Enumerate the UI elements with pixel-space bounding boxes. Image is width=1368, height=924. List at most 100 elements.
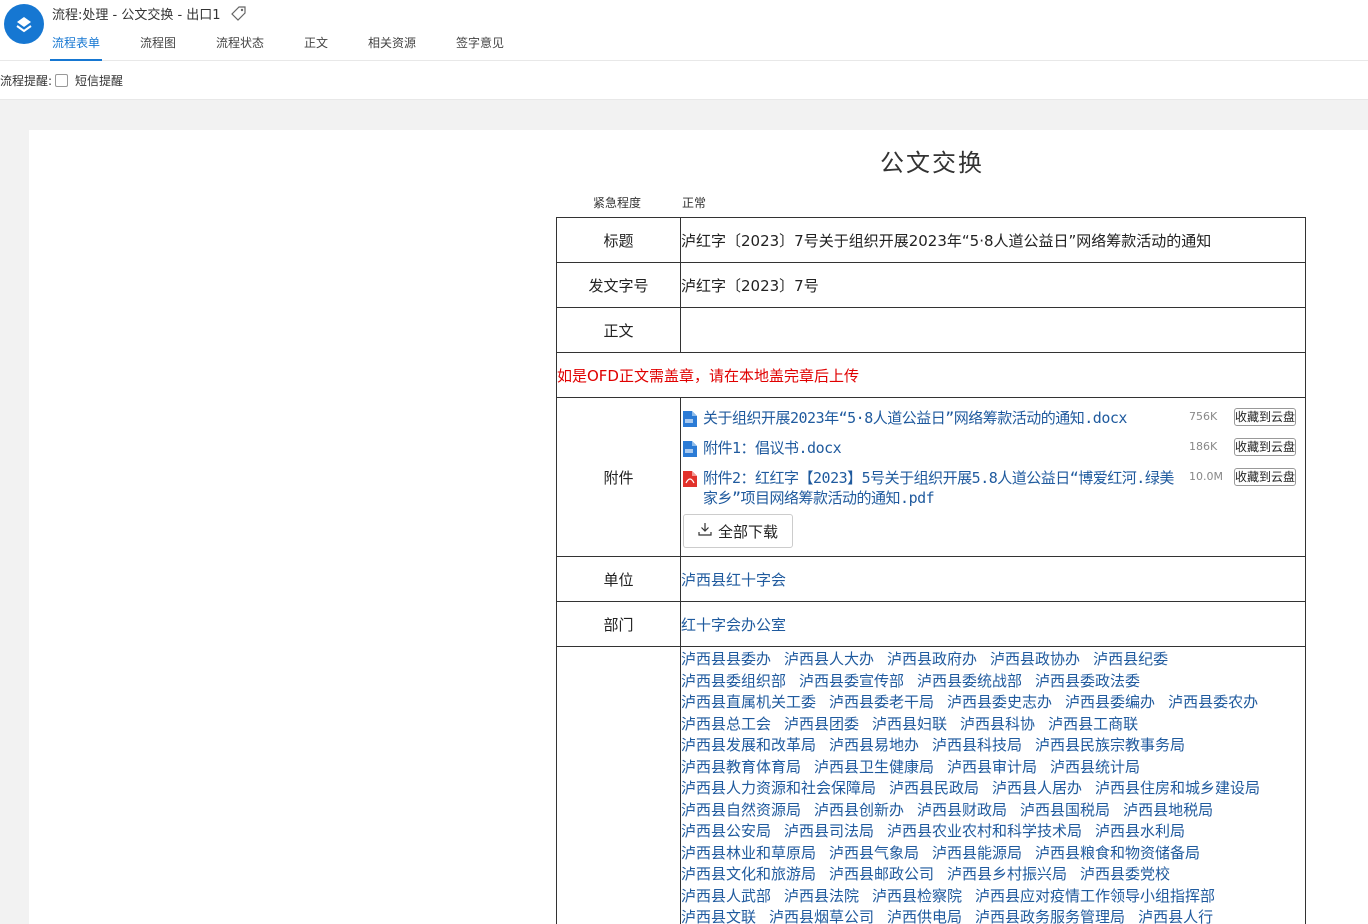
- recipient-org[interactable]: 泸西县文联: [681, 908, 756, 924]
- recipient-org[interactable]: 泸西县邮政公司: [829, 865, 934, 883]
- recipient-org[interactable]: 泸西县人居办: [992, 779, 1082, 797]
- tab-flow-form[interactable]: 流程表单: [49, 34, 103, 61]
- recipient-org[interactable]: 泸西县水利局: [1095, 822, 1185, 840]
- recipient-line: 泸西县人力资源和社会保障局 泸西县民政局 泸西县人居办 泸西县住房和城乡建设局: [681, 778, 1305, 800]
- recipient-org[interactable]: 泸西县政务服务管理局: [975, 908, 1125, 924]
- recipient-org[interactable]: 泸西县委编办: [1065, 693, 1155, 711]
- recipient-org[interactable]: 泸西县应对疫情工作领导小组指挥部: [975, 887, 1215, 905]
- recipients-cell: 泸西县县委办 泸西县人大办 泸西县政府办 泸西县政协办 泸西县纪委 泸西县委组织部 泸西县委…: [680, 646, 1306, 924]
- recipient-org[interactable]: 泸西县卫生健康局: [814, 758, 934, 776]
- recipient-org[interactable]: 泸西县纪委: [1093, 650, 1168, 668]
- recipient-line: 泸西县教育体育局 泸西县卫生健康局 泸西县审计局 泸西县统计局: [681, 757, 1305, 779]
- body-value[interactable]: [680, 307, 1306, 353]
- recipient-org[interactable]: 泸西县总工会: [681, 715, 771, 733]
- recipient-org[interactable]: 泸西县地税局: [1123, 801, 1213, 819]
- urgency-label: 紧急程度: [593, 196, 642, 210]
- recipient-line: 泸西县人武部 泸西县法院 泸西县检察院 泸西县应对疫情工作领导小组指挥部: [681, 886, 1305, 908]
- recipient-org[interactable]: 泸西县公安局: [681, 822, 771, 840]
- attachment-link[interactable]: 附件2：红红字【2023】5号关于组织开展5.8人道公益日“博爱红河.绿美家乡”…: [703, 468, 1183, 508]
- sms-reminder-label[interactable]: 短信提醒: [75, 72, 123, 89]
- recipient-org[interactable]: 泸西县司法局: [784, 822, 874, 840]
- recipient-org[interactable]: 泸西供电局: [887, 908, 962, 924]
- recipient-org[interactable]: 泸西县林业和草原局: [681, 844, 816, 862]
- recipient-org[interactable]: 泸西县委老干局: [829, 693, 934, 711]
- recipient-org[interactable]: 泸西县工商联: [1048, 715, 1138, 733]
- recipient-org[interactable]: 泸西县财政局: [917, 801, 1007, 819]
- recipient-list: 泸西县县委办 泸西县人大办 泸西县政府办 泸西县政协办 泸西县纪委 泸西县委组织部 泸西县委…: [681, 647, 1305, 924]
- recipient-org[interactable]: 泸西县政府办: [887, 650, 977, 668]
- row-unit: 单位 泸西县红十字会: [556, 556, 1306, 602]
- tab-signature-opinions[interactable]: 签字意见: [456, 34, 504, 61]
- document-form-table: 标题 泸红字〔2023〕7号关于组织开展2023年“5·8人道公益日”网络筹款活…: [556, 217, 1306, 924]
- recipient-org[interactable]: 泸西县统计局: [1050, 758, 1140, 776]
- recipient-org[interactable]: 泸西县农业农村和科学技术局: [887, 822, 1082, 840]
- recipient-org[interactable]: 泸西县委史志办: [947, 693, 1052, 711]
- row-body: 正文: [556, 307, 1306, 353]
- attachment-size: 756K: [1189, 410, 1218, 423]
- recipient-org[interactable]: 泸西县人大办: [784, 650, 874, 668]
- recipient-org[interactable]: 泸西县委农办: [1168, 693, 1258, 711]
- title-label: 标题: [556, 217, 681, 263]
- recipient-org[interactable]: 泸西县委组织部: [681, 672, 786, 690]
- attachments-cell: 关于组织开展2023年“5·8人道公益日”网络筹款活动的通知.docx 756K…: [680, 397, 1306, 557]
- download-icon: [698, 522, 712, 540]
- recipient-org[interactable]: 泸西县气象局: [829, 844, 919, 862]
- recipient-org[interactable]: 泸西县能源局: [932, 844, 1022, 862]
- recipient-org[interactable]: 泸西县易地办: [829, 736, 919, 754]
- save-to-cloud-button[interactable]: 收藏到云盘: [1234, 468, 1296, 486]
- recipient-org[interactable]: 泸西县政协办: [990, 650, 1080, 668]
- recipient-org[interactable]: 泸西县妇联: [872, 715, 947, 733]
- recipient-org[interactable]: 泸西县人行: [1138, 908, 1213, 924]
- recipient-org[interactable]: 泸西县烟草公司: [769, 908, 874, 924]
- recipient-org[interactable]: 泸西县教育体育局: [681, 758, 801, 776]
- recipient-org[interactable]: 泸西县文化和旅游局: [681, 865, 816, 883]
- tab-body-text[interactable]: 正文: [304, 34, 328, 61]
- tab-flow-chart[interactable]: 流程图: [140, 34, 176, 61]
- department-value[interactable]: 红十字会办公室: [680, 601, 1306, 647]
- recipient-org[interactable]: 泸西县法院: [784, 887, 859, 905]
- recipient-org[interactable]: 泸西县直属机关工委: [681, 693, 816, 711]
- sms-reminder-checkbox[interactable]: [55, 74, 68, 87]
- row-department: 部门 红十字会办公室: [556, 601, 1306, 647]
- recipient-org[interactable]: 泸西县人武部: [681, 887, 771, 905]
- recipient-org[interactable]: 泸西县委统战部: [917, 672, 1022, 690]
- unit-value[interactable]: 泸西县红十字会: [680, 556, 1306, 602]
- attachment-link[interactable]: 附件1：倡议书.docx: [703, 438, 1183, 458]
- recipient-org[interactable]: 泸西县委宣传部: [799, 672, 904, 690]
- top-bar: 流程:处理 - 公文交换 - 出口1 流程表单 流程图 流程状态 正文 相关资源…: [0, 0, 1368, 61]
- recipient-org[interactable]: 泸西县审计局: [947, 758, 1037, 776]
- attachment-link[interactable]: 关于组织开展2023年“5·8人道公益日”网络筹款活动的通知.docx: [703, 408, 1183, 428]
- recipient-org[interactable]: 泸西县国税局: [1020, 801, 1110, 819]
- row-recipients: 泸西县县委办 泸西县人大办 泸西县政府办 泸西县政协办 泸西县纪委 泸西县委组织部 泸西县委…: [556, 646, 1306, 924]
- recipient-org[interactable]: 泸西县委政法委: [1035, 672, 1140, 690]
- recipient-org[interactable]: 泸西县县委办: [681, 650, 771, 668]
- save-to-cloud-button[interactable]: 收藏到云盘: [1234, 438, 1296, 456]
- recipient-org[interactable]: 泸西县民族宗教事务局: [1035, 736, 1185, 754]
- recipient-org[interactable]: 泸西县民政局: [889, 779, 979, 797]
- row-title: 标题 泸红字〔2023〕7号关于组织开展2023年“5·8人道公益日”网络筹款活…: [556, 217, 1306, 263]
- row-attachments: 附件 关于组织开展2023年“5·8人道公益日”网络筹款活动的通知.docx 7…: [556, 397, 1306, 557]
- recipient-org[interactable]: 泸西县检察院: [872, 887, 962, 905]
- recipient-org[interactable]: 泸西县科协: [960, 715, 1035, 733]
- recipient-org[interactable]: 泸西县创新办: [814, 801, 904, 819]
- reminder-label: 流程提醒:: [0, 74, 53, 88]
- save-to-cloud-button[interactable]: 收藏到云盘: [1234, 408, 1296, 426]
- urgency-value: 正常: [682, 196, 707, 210]
- recipient-org[interactable]: 泸西县发展和改革局: [681, 736, 816, 754]
- recipient-org[interactable]: 泸西县乡村振兴局: [947, 865, 1067, 883]
- recipient-org[interactable]: 泸西县委党校: [1080, 865, 1170, 883]
- tag-icon[interactable]: [230, 5, 247, 21]
- recipient-org[interactable]: 泸西县粮食和物资储备局: [1035, 844, 1200, 862]
- recipient-org[interactable]: 泸西县自然资源局: [681, 801, 801, 819]
- body-label: 正文: [556, 307, 681, 353]
- recipient-org[interactable]: 泸西县科技局: [932, 736, 1022, 754]
- recipient-org[interactable]: 泸西县团委: [784, 715, 859, 733]
- tab-related-resources[interactable]: 相关资源: [368, 34, 416, 61]
- recipient-org[interactable]: 泸西县人力资源和社会保障局: [681, 779, 876, 797]
- recipient-org[interactable]: 泸西县住房和城乡建设局: [1095, 779, 1260, 797]
- doc-number-value: 泸红字〔2023〕7号: [680, 262, 1306, 308]
- download-all-button[interactable]: 全部下载: [683, 514, 794, 548]
- recipient-line: 泸西县自然资源局 泸西县创新办 泸西县财政局 泸西县国税局 泸西县地税局: [681, 800, 1305, 822]
- tab-flow-status[interactable]: 流程状态: [216, 34, 264, 61]
- attachment-item: 关于组织开展2023年“5·8人道公益日”网络筹款活动的通知.docx 756K…: [681, 408, 1305, 438]
